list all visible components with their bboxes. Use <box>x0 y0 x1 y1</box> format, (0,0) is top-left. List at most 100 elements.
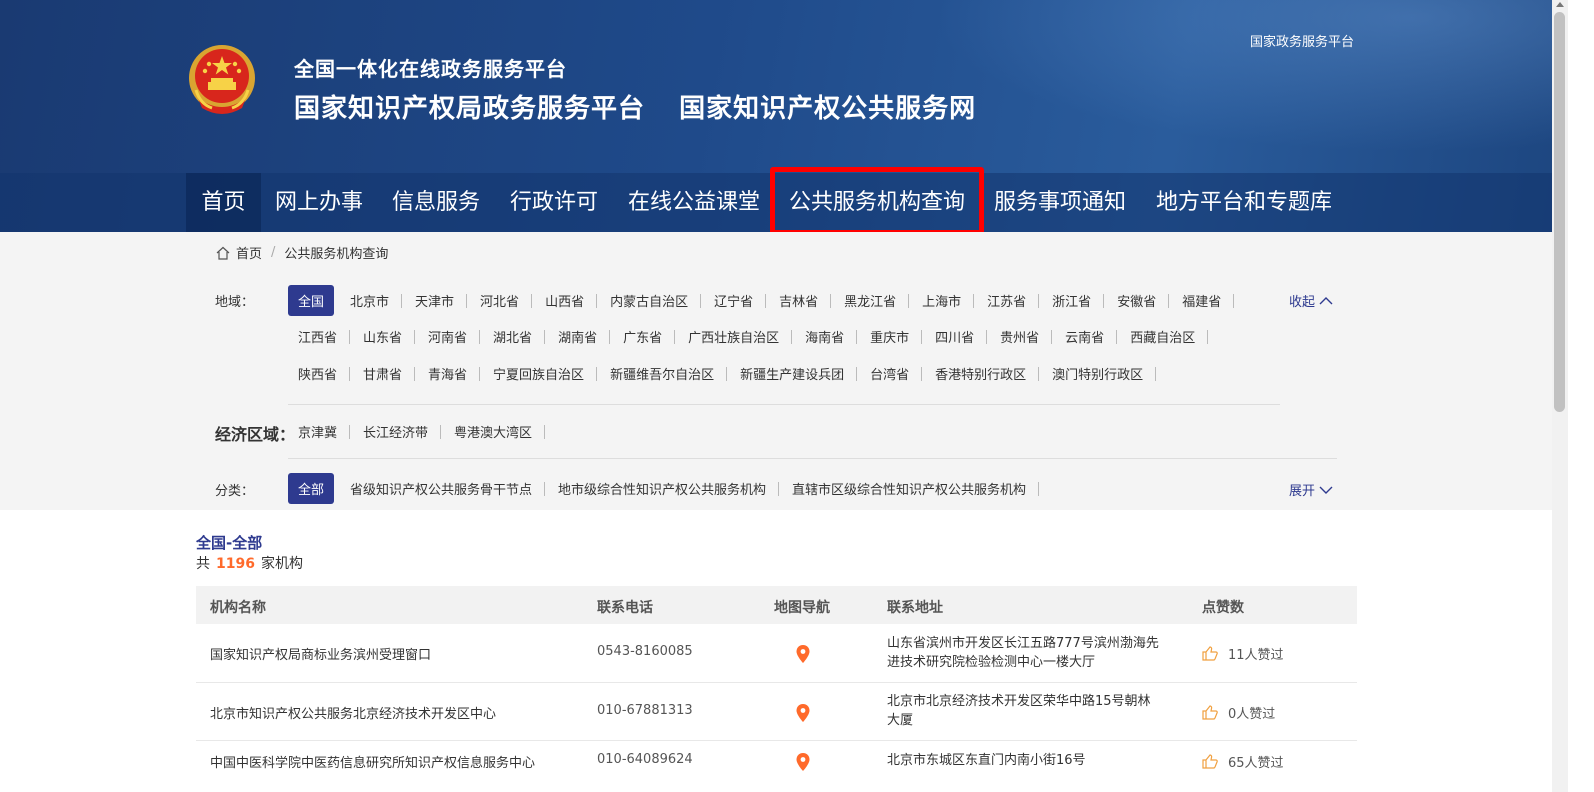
region-option[interactable]: 山东省 <box>353 327 416 346</box>
region-option[interactable]: 四川省 <box>925 327 988 346</box>
region-option[interactable]: 上海市 <box>912 291 975 310</box>
column-header-map: 地图导航 <box>774 600 830 616</box>
scroll-up-arrow-icon[interactable] <box>1556 2 1564 7</box>
region-option[interactable]: 台湾省 <box>860 364 923 383</box>
nav-item-online-service[interactable]: 网上办事 <box>261 173 377 232</box>
count-number: 1196 <box>216 556 255 572</box>
region-option[interactable]: 内蒙古自治区 <box>600 291 702 310</box>
count-prefix: 共 <box>196 556 210 572</box>
region-option[interactable]: 山西省 <box>535 291 598 310</box>
agency-address-line: 山东省滨州市开发区长江五路777号滨州渤海先 <box>887 636 1159 651</box>
like-count-label: 0人赞过 <box>1228 707 1276 722</box>
agency-address: 北京市东城区东直门内南小街16号 <box>887 751 1086 770</box>
economic-region-option[interactable]: 粤港澳大湾区 <box>444 422 546 441</box>
region-row-1: 全国 北京市 天津市 河北省 山西省 内蒙古自治区 辽宁省 吉林省 黑龙江省 上海市 江苏省 浙江省安… <box>288 284 1237 316</box>
column-header-address: 联系地址 <box>887 600 943 616</box>
nav-item-notices[interactable]: 服务事项通知 <box>979 173 1141 232</box>
region-option[interactable]: 重庆市 <box>860 327 923 346</box>
economic-region-options: 京津冀 长江经济带 粤港澳大湾区 <box>288 421 548 441</box>
region-option[interactable]: 甘肃省 <box>353 364 416 383</box>
map-pin-icon[interactable] <box>796 704 810 722</box>
region-option[interactable]: 广西壮族自治区 <box>678 327 793 346</box>
region-option[interactable]: 黑龙江省 <box>834 291 910 310</box>
like-count[interactable]: 65人赞过 <box>1202 752 1284 771</box>
agency-name[interactable]: 中国中医科学院中医药信息研究所知识产权信息服务中心 <box>210 752 535 771</box>
column-header-name: 机构名称 <box>210 600 266 616</box>
region-option[interactable]: 贵州省 <box>990 327 1053 346</box>
scrollbar-thumb[interactable] <box>1554 12 1565 412</box>
region-row-3: 陕西省 甘肃省 青海省 宁夏回族自治区 新疆维吾尔自治区 新疆生产建设兵团 台湾省 香港特别行… <box>288 363 1159 383</box>
like-count-label: 11人赞过 <box>1228 648 1284 663</box>
expand-toggle[interactable]: 展开 <box>1289 480 1333 499</box>
nav-item-home[interactable]: 首页 <box>186 173 261 232</box>
breadcrumb: 首页 / 公共服务机构查询 <box>216 243 388 262</box>
breadcrumb-separator: / <box>271 245 276 260</box>
breadcrumb-home[interactable]: 首页 <box>236 243 262 262</box>
chevron-down-icon <box>1319 486 1333 494</box>
category-option[interactable]: 省级知识产权公共服务骨干节点 <box>340 479 546 498</box>
agency-address-line: 北京市北京经济技术开发区荣华中路15号朝林 <box>887 694 1151 709</box>
table-row[interactable]: 国家知识产权局商标业务滨州受理窗口 0543-8160085 山东省滨州市开发区… <box>196 624 1357 683</box>
column-header-phone: 联系电话 <box>597 600 653 616</box>
region-option[interactable]: 新疆维吾尔自治区 <box>600 364 728 383</box>
region-option[interactable]: 福建省 <box>1172 291 1235 310</box>
site-title-left: 国家知识产权局政务服务平台 <box>294 94 646 124</box>
region-option[interactable]: 浙江省 <box>1042 291 1105 310</box>
category-label: 分类： <box>215 484 255 499</box>
page: 全国一体化在线政务服务平台 国家知识产权局政务服务平台 国家知识产权公共服务网 … <box>0 0 1594 792</box>
category-option[interactable]: 全部 <box>288 472 335 504</box>
column-header-likes: 点赞数 <box>1202 600 1244 616</box>
thumbs-up-icon <box>1202 705 1218 720</box>
agency-name[interactable]: 国家知识产权局商标业务滨州受理窗口 <box>210 644 431 663</box>
nav-item-local-platforms[interactable]: 地方平台和专题库 <box>1141 173 1347 232</box>
region-row-2: 江西省 山东省 河南省 湖北省 湖南省 广东省 广西壮族自治区 海南省 重庆市 四川省 贵州省 云南省… <box>288 326 1211 346</box>
result-count: 共 1196 家机构 <box>196 553 303 573</box>
region-option[interactable]: 新疆生产建设兵团 <box>730 364 858 383</box>
region-option[interactable]: 西藏自治区 <box>1120 327 1209 346</box>
table-row[interactable]: 中国中医科学院中医药信息研究所知识产权信息服务中心 010-64089624 北… <box>196 741 1357 792</box>
region-option[interactable]: 澳门特别行政区 <box>1042 364 1157 383</box>
like-count[interactable]: 11人赞过 <box>1202 644 1284 663</box>
region-option[interactable]: 宁夏回族自治区 <box>483 364 598 383</box>
nav-item-admin-license[interactable]: 行政许可 <box>495 173 613 232</box>
region-option[interactable]: 北京市 <box>340 291 403 310</box>
region-option[interactable]: 陕西省 <box>288 364 351 383</box>
region-label: 地域： <box>215 295 255 310</box>
map-pin-icon[interactable] <box>796 645 810 663</box>
map-pin-icon[interactable] <box>796 753 810 771</box>
national-platform-link[interactable]: 国家政务服务平台 <box>1250 31 1354 50</box>
region-option[interactable]: 河南省 <box>418 327 481 346</box>
region-option[interactable]: 青海省 <box>418 364 481 383</box>
agency-name[interactable]: 北京市知识产权公共服务北京经济技术开发区中心 <box>210 703 496 722</box>
region-option[interactable]: 安徽省 <box>1107 291 1170 310</box>
economic-region-option[interactable]: 京津冀 <box>288 422 351 441</box>
region-option[interactable]: 广东省 <box>613 327 676 346</box>
nav-item-info-service[interactable]: 信息服务 <box>377 173 495 232</box>
region-option[interactable]: 全国 <box>288 284 335 316</box>
category-option[interactable]: 直辖市区级综合性知识产权公共服务机构 <box>782 479 1040 498</box>
agency-phone: 010-67881313 <box>597 703 693 718</box>
collapse-toggle[interactable]: 收起 <box>1289 291 1333 310</box>
region-option[interactable]: 云南省 <box>1055 327 1118 346</box>
category-options: 全部 省级知识产权公共服务骨干节点 地市级综合性知识产权公共服务机构 直辖市区级综合性… <box>288 472 1042 504</box>
region-option[interactable]: 湖北省 <box>483 327 546 346</box>
region-option[interactable]: 天津市 <box>405 291 468 310</box>
like-count[interactable]: 0人赞过 <box>1202 703 1275 722</box>
region-option[interactable]: 辽宁省 <box>704 291 767 310</box>
thumbs-up-icon <box>1202 754 1218 769</box>
nav-item-online-class[interactable]: 在线公益课堂 <box>613 173 775 232</box>
region-option[interactable]: 河北省 <box>470 291 533 310</box>
category-option[interactable]: 地市级综合性知识产权公共服务机构 <box>548 479 780 498</box>
region-option[interactable]: 吉林省 <box>769 291 832 310</box>
region-option[interactable]: 湖南省 <box>548 327 611 346</box>
economic-region-option[interactable]: 长江经济带 <box>353 422 442 441</box>
site-title: 国家知识产权局政务服务平台 国家知识产权公共服务网 <box>294 88 1000 125</box>
table-row[interactable]: 北京市知识产权公共服务北京经济技术开发区中心 010-67881313 北京市北… <box>196 683 1357 741</box>
region-option[interactable]: 江西省 <box>288 327 351 346</box>
region-option[interactable]: 江苏省 <box>977 291 1040 310</box>
count-suffix: 家机构 <box>260 556 303 572</box>
region-option[interactable]: 海南省 <box>795 327 858 346</box>
region-option[interactable]: 香港特别行政区 <box>925 364 1040 383</box>
national-emblem-icon <box>189 45 255 114</box>
window-edge <box>1568 0 1594 792</box>
